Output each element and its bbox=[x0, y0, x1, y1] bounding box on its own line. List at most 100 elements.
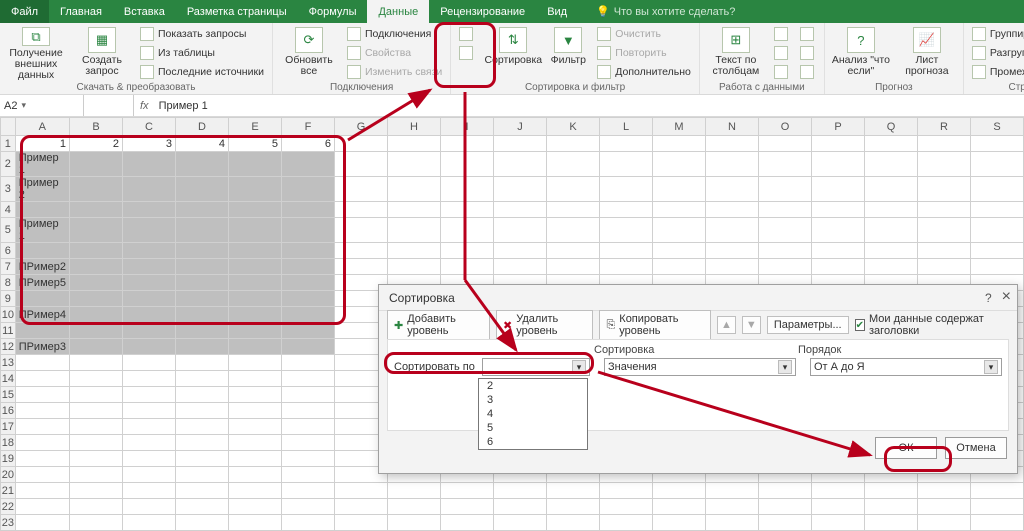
move-up-button[interactable]: ▲ bbox=[717, 316, 736, 334]
cell[interactable] bbox=[547, 152, 600, 177]
cell[interactable] bbox=[229, 483, 282, 499]
cell[interactable] bbox=[494, 152, 547, 177]
cell[interactable]: ПРимер2 bbox=[15, 259, 69, 275]
cell[interactable] bbox=[971, 515, 1024, 531]
whatif-button[interactable]: ?Анализ "что если" bbox=[831, 25, 891, 81]
cell[interactable]: 4 bbox=[176, 136, 229, 152]
data-val-button[interactable] bbox=[772, 63, 792, 80]
cell[interactable] bbox=[653, 152, 706, 177]
cell[interactable] bbox=[494, 202, 547, 218]
cell[interactable] bbox=[176, 483, 229, 499]
cell[interactable] bbox=[494, 218, 547, 243]
cell[interactable] bbox=[759, 243, 812, 259]
dropdown-option[interactable]: 6 bbox=[479, 435, 587, 449]
cell[interactable] bbox=[282, 355, 335, 371]
cell[interactable] bbox=[494, 136, 547, 152]
col-header[interactable]: N bbox=[706, 118, 759, 136]
cell[interactable] bbox=[229, 451, 282, 467]
cell[interactable] bbox=[494, 259, 547, 275]
cell[interactable] bbox=[759, 177, 812, 202]
cell[interactable] bbox=[176, 177, 229, 202]
sort-button[interactable]: ⇅Сортировка bbox=[485, 25, 541, 81]
row-header[interactable]: 8 bbox=[1, 275, 16, 291]
ok-button[interactable]: ОК bbox=[875, 437, 937, 459]
cell[interactable] bbox=[70, 387, 123, 403]
help-button[interactable]: ? bbox=[985, 291, 992, 305]
cell[interactable] bbox=[70, 259, 123, 275]
cell[interactable] bbox=[388, 218, 441, 243]
cell[interactable] bbox=[388, 515, 441, 531]
sort-desc-button[interactable] bbox=[457, 44, 479, 61]
cell[interactable] bbox=[123, 218, 176, 243]
cell[interactable] bbox=[812, 259, 865, 275]
cell[interactable] bbox=[229, 339, 282, 355]
cell[interactable] bbox=[282, 259, 335, 275]
cell[interactable] bbox=[759, 259, 812, 275]
cell[interactable] bbox=[441, 515, 494, 531]
col-header[interactable]: E bbox=[229, 118, 282, 136]
cell[interactable] bbox=[282, 467, 335, 483]
cell[interactable] bbox=[123, 403, 176, 419]
cell[interactable] bbox=[176, 403, 229, 419]
cell[interactable] bbox=[176, 515, 229, 531]
cell[interactable] bbox=[123, 275, 176, 291]
ungroup-button[interactable]: Разгруппировать bbox=[970, 44, 1024, 61]
cell[interactable] bbox=[229, 467, 282, 483]
reapply-button[interactable]: Повторить bbox=[595, 44, 693, 61]
cell[interactable] bbox=[335, 483, 388, 499]
cell[interactable] bbox=[70, 515, 123, 531]
cell[interactable] bbox=[388, 136, 441, 152]
col-header[interactable]: S bbox=[971, 118, 1024, 136]
cell[interactable] bbox=[15, 323, 69, 339]
show-queries-button[interactable]: Показать запросы bbox=[138, 25, 266, 42]
row-header[interactable]: 16 bbox=[1, 403, 16, 419]
cell[interactable] bbox=[547, 136, 600, 152]
order-combo[interactable]: От А до Я▾ bbox=[810, 358, 1002, 376]
cell[interactable] bbox=[229, 291, 282, 307]
tab-view[interactable]: Вид bbox=[536, 0, 578, 23]
cell[interactable] bbox=[600, 218, 653, 243]
cell[interactable] bbox=[706, 259, 759, 275]
cell[interactable] bbox=[176, 259, 229, 275]
row-header[interactable]: 6 bbox=[1, 243, 16, 259]
cell[interactable] bbox=[812, 218, 865, 243]
cell[interactable] bbox=[70, 371, 123, 387]
cell[interactable] bbox=[441, 202, 494, 218]
dropdown-option[interactable]: 4 bbox=[479, 407, 587, 421]
sort-by-combo[interactable]: ▾ bbox=[482, 358, 590, 376]
relationships-button[interactable] bbox=[798, 44, 818, 61]
forecast-sheet-button[interactable]: 📈Лист прогноза bbox=[897, 25, 957, 81]
row-header[interactable]: 2 bbox=[1, 152, 16, 177]
cell[interactable] bbox=[176, 387, 229, 403]
cell[interactable] bbox=[971, 136, 1024, 152]
cell[interactable] bbox=[865, 259, 918, 275]
cell[interactable] bbox=[812, 136, 865, 152]
cell[interactable] bbox=[653, 259, 706, 275]
cell[interactable] bbox=[70, 339, 123, 355]
add-level-button[interactable]: ✚Добавить уровень bbox=[387, 310, 490, 340]
cell[interactable] bbox=[15, 202, 69, 218]
cell[interactable] bbox=[971, 218, 1024, 243]
cell[interactable] bbox=[15, 387, 69, 403]
cell[interactable] bbox=[335, 136, 388, 152]
tab-home[interactable]: Главная bbox=[49, 0, 113, 23]
cell[interactable] bbox=[229, 177, 282, 202]
cell[interactable] bbox=[918, 152, 971, 177]
cell[interactable] bbox=[759, 483, 812, 499]
refresh-all-button[interactable]: ⟳Обновить все bbox=[279, 25, 339, 81]
sort-by-dropdown[interactable]: 23456 bbox=[478, 378, 588, 450]
cell[interactable] bbox=[229, 323, 282, 339]
cell[interactable] bbox=[70, 291, 123, 307]
cell[interactable] bbox=[918, 136, 971, 152]
cell[interactable] bbox=[653, 136, 706, 152]
cell[interactable] bbox=[229, 355, 282, 371]
cell[interactable] bbox=[706, 136, 759, 152]
col-header[interactable]: H bbox=[388, 118, 441, 136]
cell[interactable] bbox=[865, 202, 918, 218]
cell[interactable] bbox=[600, 136, 653, 152]
col-header[interactable]: P bbox=[812, 118, 865, 136]
cell[interactable]: ПРимер3 bbox=[15, 339, 69, 355]
tab-data[interactable]: Данные bbox=[367, 0, 429, 23]
cell[interactable] bbox=[547, 515, 600, 531]
cell[interactable] bbox=[70, 467, 123, 483]
